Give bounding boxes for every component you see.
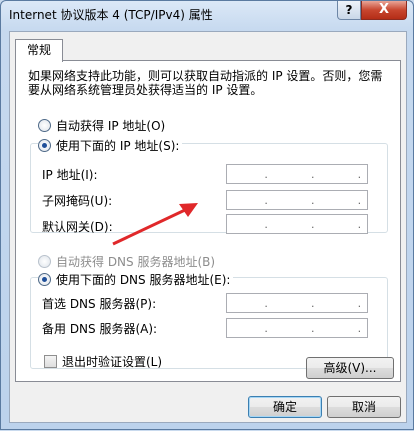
annotation-arrow: [112, 203, 198, 246]
tab-general[interactable]: 常规: [15, 39, 63, 62]
arrow-shaft: [112, 208, 186, 246]
dialog-window: Internet 协议版本 4 (TCP/IPv4) 属性 ? X 常规 如果网…: [0, 0, 414, 430]
